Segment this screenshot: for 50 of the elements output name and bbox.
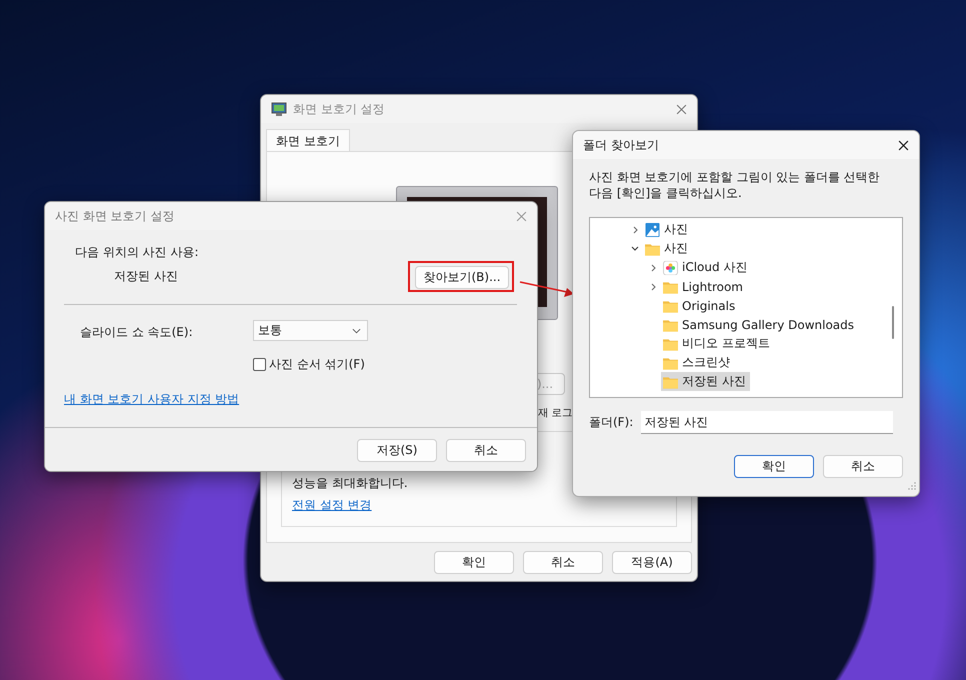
chevron-down-icon[interactable] [630, 244, 640, 254]
checkbox[interactable] [253, 358, 266, 371]
tree-item[interactable]: iCloud 사진 [661, 258, 752, 277]
dialog-button[interactable]: 취소 [446, 438, 526, 462]
dialog-title: 폴더 찾아보기 [583, 136, 660, 154]
folder-icon [663, 298, 678, 312]
power-settings-link[interactable]: 전원 설정 변경 [292, 497, 372, 514]
dialog-button[interactable]: 확인 [434, 551, 514, 574]
dialog-button[interactable]: 적용(A) [612, 551, 692, 574]
dialog-button[interactable]: 취소 [823, 455, 903, 478]
tree-item[interactable]: Lightroom [661, 278, 747, 294]
close-icon[interactable] [898, 140, 909, 150]
tree-item[interactable]: 사진 [643, 220, 692, 239]
scrollbar-thumb[interactable] [892, 306, 894, 339]
tab[interactable]: 화면 보호기 [266, 129, 350, 153]
dialog-button[interactable]: 확인 [734, 455, 814, 478]
tree-item[interactable]: 저장된 사진 [661, 372, 750, 391]
monitor-icon [271, 101, 287, 117]
picture-icon [645, 222, 660, 236]
resize-grip-icon[interactable] [908, 482, 916, 490]
tree-item[interactable]: Samsung Gallery Downloads [661, 316, 858, 332]
window-title: 화면 보호기 설정 [293, 100, 386, 118]
dialog-title: 사진 화면 보호기 설정 [55, 208, 176, 224]
speed-label: 슬라이드 쇼 속도(E): [80, 324, 193, 341]
folder-input[interactable]: 저장된 사진 [641, 411, 894, 434]
folder-icon [663, 280, 678, 294]
source-label: 다음 위치의 사진 사용: [75, 244, 198, 261]
tree-item[interactable]: 스크린샷 [661, 353, 734, 372]
instruction-text: 사진 화면 보호기에 포함할 그림이 있는 폴더를 선택한 다음 [확인]을 클릭하십시오. [589, 169, 881, 201]
folder-icon [663, 356, 678, 370]
checkbox-label: 사진 순서 섞기(F) [269, 356, 365, 373]
logon-text: 재 로그 [538, 406, 572, 420]
speed-dropdown[interactable]: 보통 [253, 320, 368, 341]
source-value: 저장된 사진 [114, 268, 178, 285]
power-description: 성능을 최대화합니다. [292, 475, 408, 492]
help-link[interactable]: 내 화면 보호기 사용자 지정 방법 [64, 391, 240, 408]
dialog-button[interactable]: 취소 [523, 551, 603, 574]
chevron-down-icon [352, 328, 361, 334]
tree-item[interactable]: 비디오 프로젝트 [661, 334, 774, 353]
arrow-annotation [519, 281, 575, 297]
tree-item[interactable]: 사진 [643, 239, 692, 258]
folder-icon [645, 242, 660, 256]
browse-button[interactable]: 찾아보기(B)... [415, 266, 509, 289]
folder-icon [663, 336, 678, 350]
folder-icon [663, 318, 678, 332]
folder-icon [663, 374, 678, 388]
tree-item[interactable]: Originals [661, 298, 740, 314]
flower-icon [663, 260, 678, 274]
dialog-button[interactable]: 저장(S) [357, 438, 437, 462]
folder-label: 폴더(F): [589, 414, 634, 431]
